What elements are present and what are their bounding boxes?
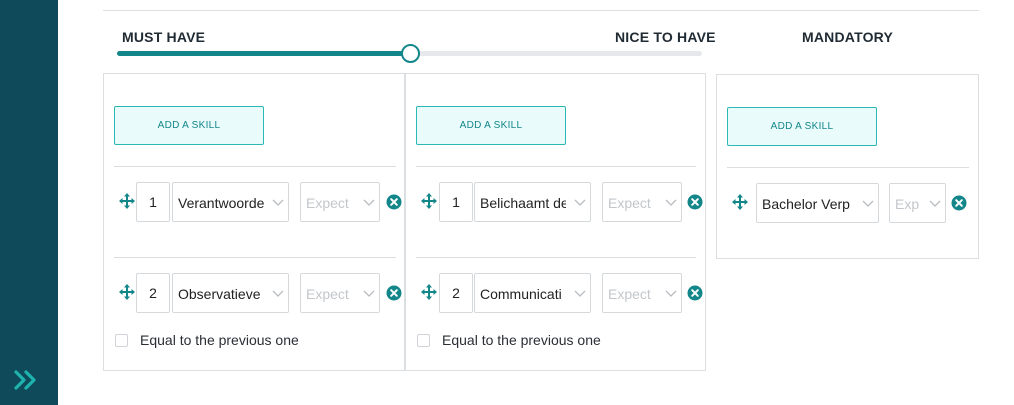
- skill-row: 1 Verantwoorde Expect: [114, 182, 402, 222]
- equal-to-previous-checkbox[interactable]: [115, 333, 128, 347]
- expectation-select[interactable]: Expect: [300, 182, 380, 222]
- slider-fill: [117, 51, 410, 56]
- chevron-down-icon: [363, 199, 375, 206]
- add-skill-button[interactable]: ADD A SKILL: [416, 106, 566, 145]
- divider: [114, 166, 396, 167]
- mandatory-label: MANDATORY: [802, 29, 893, 45]
- divider: [416, 166, 696, 167]
- expectation-select-placeholder: Expect: [306, 286, 349, 302]
- double-chevron-right-icon[interactable]: [13, 369, 39, 391]
- skill-select-value: Observatieve: [178, 286, 261, 302]
- remove-icon[interactable]: [951, 195, 967, 211]
- skill-select[interactable]: Verantwoorde: [172, 182, 289, 222]
- nice-to-have-panel: ADD A SKILL 1 Belichaamt de Expect 2 Com…: [405, 73, 706, 371]
- chevron-down-icon: [665, 199, 677, 206]
- priority-slider[interactable]: [117, 44, 702, 63]
- remove-icon[interactable]: [386, 285, 402, 301]
- equal-to-previous-label: Equal to the previous one: [140, 332, 299, 348]
- sidebar: [0, 0, 58, 405]
- expectation-select[interactable]: Exp: [889, 183, 946, 223]
- expectation-select[interactable]: Expect: [602, 182, 682, 222]
- rank-field[interactable]: 1: [136, 182, 170, 222]
- divider: [727, 167, 969, 168]
- skill-row: 2 Observatieve Expect: [114, 273, 402, 313]
- skill-row: 2 Communicati Expect: [416, 273, 703, 313]
- equal-to-previous-checkbox[interactable]: [417, 333, 430, 347]
- expectation-select-placeholder: Expect: [608, 195, 651, 211]
- add-skill-button[interactable]: ADD A SKILL: [114, 106, 264, 145]
- chevron-down-icon: [665, 290, 677, 297]
- skill-select[interactable]: Observatieve: [172, 273, 289, 313]
- chevron-down-icon: [862, 200, 874, 207]
- skill-select-value: Belichaamt de: [480, 195, 566, 211]
- skill-select-value: Bachelor Verp: [762, 196, 850, 212]
- move-icon[interactable]: [732, 194, 748, 210]
- remove-icon[interactable]: [687, 194, 703, 210]
- equal-to-previous-toggle[interactable]: Equal to the previous one: [417, 330, 601, 350]
- expectation-select-placeholder: Exp: [895, 196, 920, 212]
- expectation-select-placeholder: Expect: [306, 195, 349, 211]
- chevron-down-icon: [574, 290, 586, 297]
- chevron-down-icon: [363, 290, 375, 297]
- move-icon[interactable]: [119, 284, 135, 300]
- skill-select[interactable]: Belichaamt de: [474, 182, 591, 222]
- expectation-select-placeholder: Expect: [608, 286, 651, 302]
- divider: [114, 257, 396, 258]
- chevron-down-icon: [929, 200, 941, 207]
- expectation-select[interactable]: Expect: [300, 273, 380, 313]
- remove-icon[interactable]: [687, 285, 703, 301]
- remove-icon[interactable]: [386, 194, 402, 210]
- rank-field[interactable]: 1: [439, 182, 473, 222]
- equal-to-previous-label: Equal to the previous one: [442, 332, 601, 348]
- add-skill-button[interactable]: ADD A SKILL: [727, 107, 877, 146]
- top-divider: [103, 10, 979, 11]
- move-icon[interactable]: [421, 284, 437, 300]
- chevron-down-icon: [272, 199, 284, 206]
- mandatory-panel: ADD A SKILL Bachelor Verp Exp: [716, 74, 979, 259]
- skill-select[interactable]: Communicati: [474, 273, 591, 313]
- divider: [416, 257, 696, 258]
- rank-field[interactable]: 2: [136, 273, 170, 313]
- rank-field[interactable]: 2: [439, 273, 473, 313]
- must-have-label: MUST HAVE: [122, 29, 206, 45]
- equal-to-previous-toggle[interactable]: Equal to the previous one: [115, 330, 299, 350]
- chevron-down-icon: [574, 199, 586, 206]
- skill-row: Bachelor Verp Exp: [727, 183, 971, 223]
- skill-select-value: Verantwoorde: [178, 195, 264, 211]
- expectation-select[interactable]: Expect: [602, 273, 682, 313]
- skill-select[interactable]: Bachelor Verp: [756, 183, 879, 223]
- move-icon[interactable]: [119, 193, 135, 209]
- skill-row: 1 Belichaamt de Expect: [416, 182, 703, 222]
- move-icon[interactable]: [421, 193, 437, 209]
- chevron-down-icon: [272, 290, 284, 297]
- nice-to-have-label: NICE TO HAVE: [615, 29, 716, 45]
- skill-select-value: Communicati: [480, 286, 562, 302]
- must-have-panel: ADD A SKILL 1 Verantwoorde Expect 2 Obse…: [103, 73, 405, 371]
- slider-handle[interactable]: [400, 44, 420, 63]
